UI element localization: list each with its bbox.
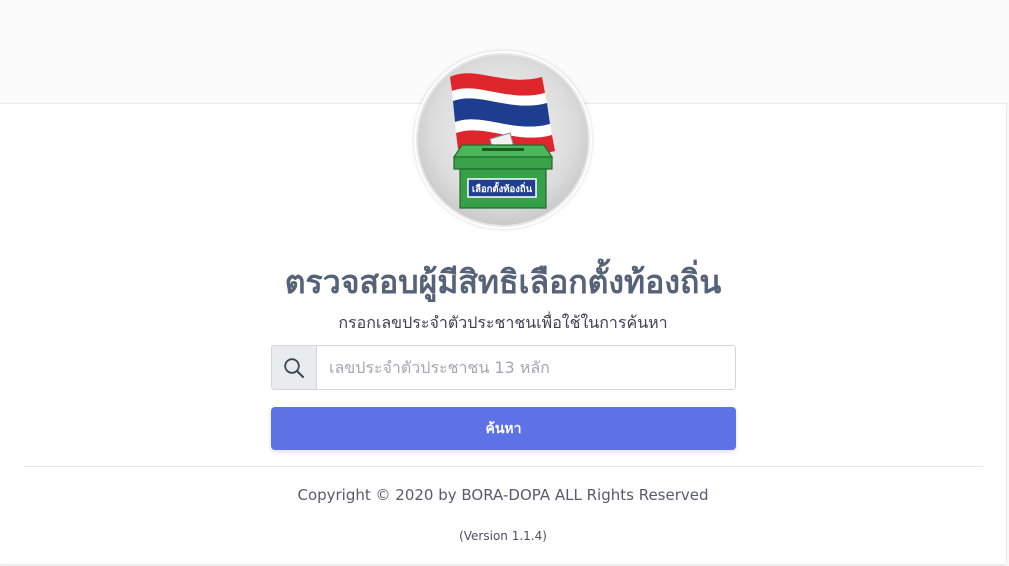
logo-graphic: เลือกตั้งท้องถิ่น — [416, 53, 590, 227]
search-button[interactable]: ค้นหา — [271, 407, 736, 450]
copyright-text: Copyright © 2020 by BORA-DOPA ALL Rights… — [297, 486, 709, 504]
ballot-box-label: เลือกตั้งท้องถิ่น — [472, 181, 533, 195]
footer-divider — [24, 466, 983, 467]
page-title: ตรวจสอบผู้มีสิทธิเลือกตั้งท้องถิ่น — [284, 263, 722, 301]
citizen-id-input[interactable] — [317, 346, 735, 389]
search-icon — [272, 346, 317, 389]
page-subtitle: กรอกเลขประจำตัวประชาชนเพื่อใช้ในการค้นหา — [338, 313, 668, 332]
version-text: (Version 1.1.4) — [459, 529, 547, 543]
search-field-group — [271, 345, 736, 390]
ballot-box-icon: เลือกตั้งท้องถิ่น — [452, 144, 554, 209]
election-logo: เลือกตั้งท้องถิ่น — [414, 51, 592, 229]
